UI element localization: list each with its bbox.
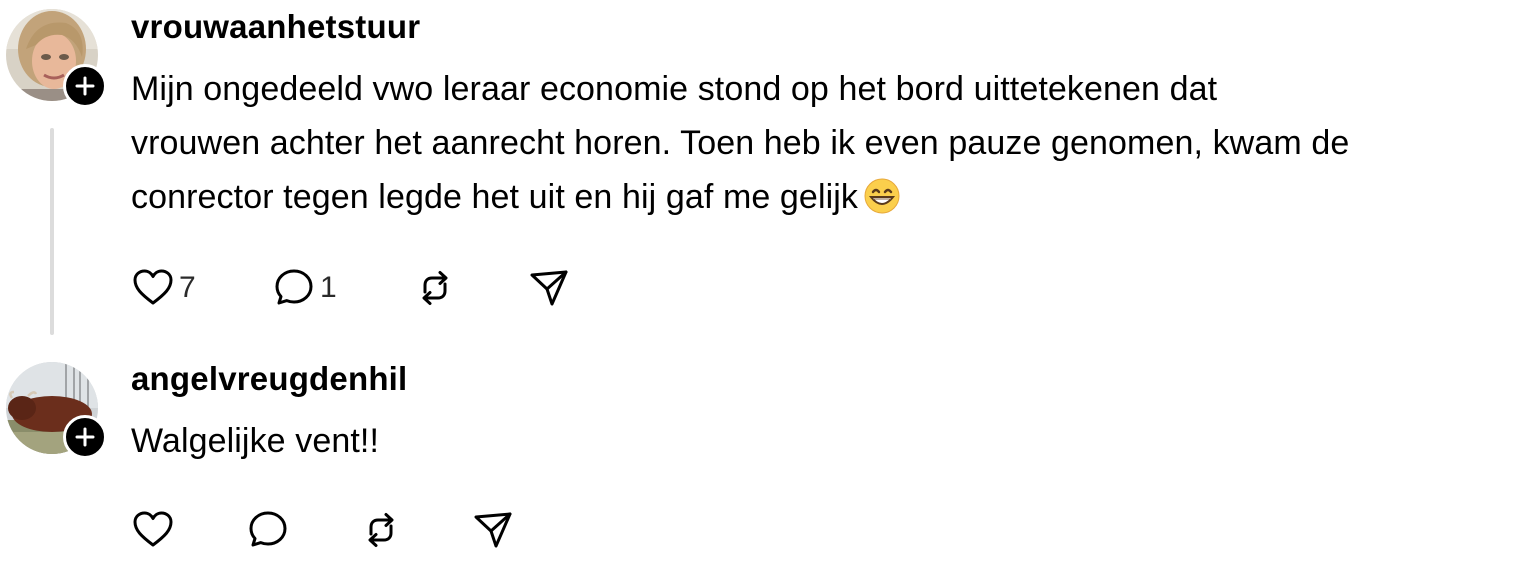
- send-icon: [530, 270, 568, 306]
- follow-button[interactable]: [63, 415, 107, 459]
- plus-icon: [75, 76, 95, 96]
- post-2: angelvreugdenhil Walgelijke vent!!: [0, 340, 1538, 562]
- post-text: Mijn ongedeeld vwo leraar economie stond…: [131, 62, 1531, 230]
- post-text-line: Mijn ongedeeld vwo leraar economie stond…: [131, 70, 1218, 108]
- repost-icon: [422, 271, 448, 305]
- post-text-line: conrector tegen legde het uit en hij gaf…: [131, 170, 1531, 230]
- thread-line: [50, 128, 54, 335]
- username[interactable]: angelvreugdenhil: [131, 360, 407, 398]
- repost-button[interactable]: [359, 508, 403, 552]
- post-text-line: vrouwen achter het aanrecht horen. Toen …: [131, 124, 1350, 162]
- like-button[interactable]: [131, 508, 179, 552]
- grinning-face-emoji: [864, 176, 900, 230]
- reply-button[interactable]: 1: [272, 266, 337, 310]
- heart-icon: [133, 269, 173, 305]
- post-1: vrouwaanhetstuur Mijn ongedeeld vwo lera…: [0, 0, 1538, 340]
- share-button[interactable]: [471, 508, 515, 552]
- repost-icon: [368, 513, 394, 547]
- plus-icon: [75, 427, 95, 447]
- share-button[interactable]: [527, 266, 571, 310]
- reply-button[interactable]: [246, 508, 294, 552]
- post-actions: [131, 508, 531, 552]
- follow-button[interactable]: [63, 64, 107, 108]
- send-icon: [474, 512, 512, 548]
- reply-count: 1: [320, 271, 337, 304]
- comment-icon: [275, 269, 313, 305]
- heart-icon: [133, 511, 173, 547]
- post-actions: 7 1: [131, 266, 591, 310]
- username[interactable]: vrouwaanhetstuur: [131, 8, 420, 46]
- like-count: 7: [179, 271, 196, 304]
- post-text-fragment: conrector tegen legde het uit en hij gaf…: [131, 178, 859, 216]
- like-button[interactable]: 7: [131, 266, 196, 310]
- comment-icon: [249, 511, 287, 547]
- post-text: Walgelijke vent!!: [131, 414, 1531, 468]
- repost-button[interactable]: [413, 266, 457, 310]
- post-text-line: Walgelijke vent!!: [131, 422, 379, 460]
